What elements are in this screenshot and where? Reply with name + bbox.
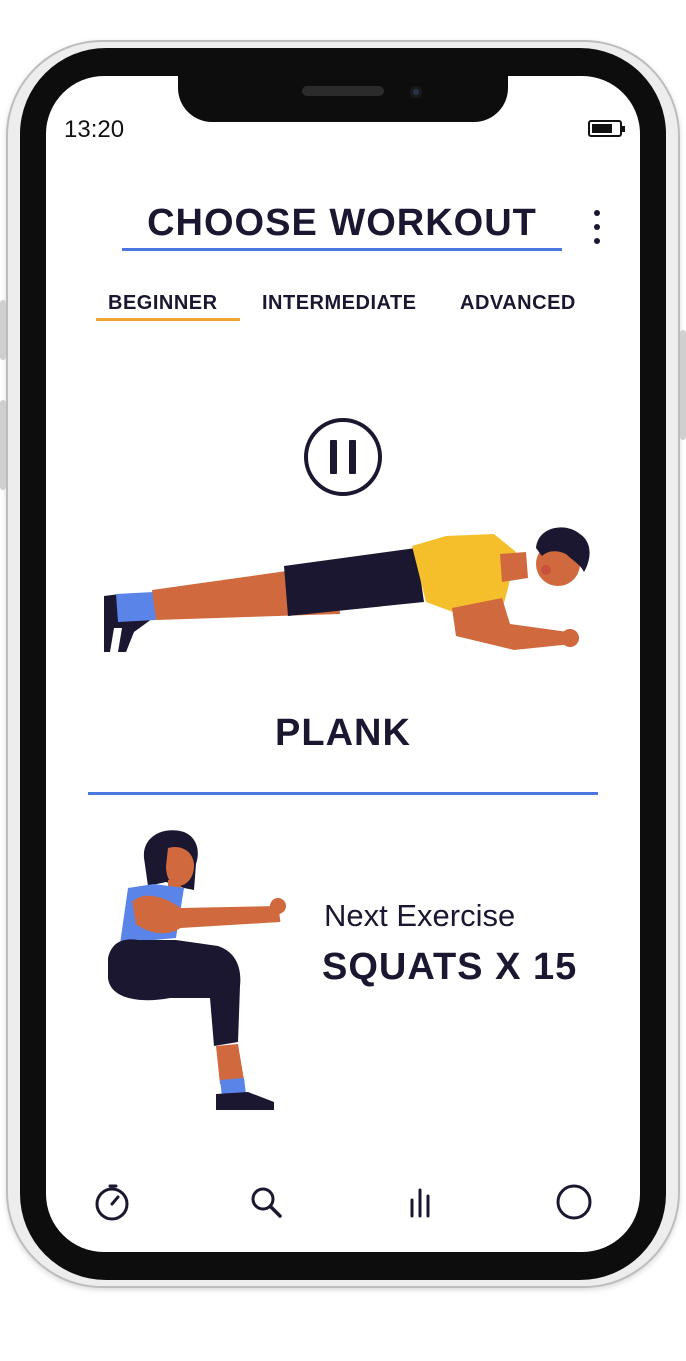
volume-up-button	[0, 300, 6, 360]
active-tab-indicator	[96, 318, 240, 321]
search-icon[interactable]	[246, 1182, 286, 1222]
title-underline	[122, 248, 562, 251]
speaker-grille	[302, 86, 384, 96]
tab-beginner[interactable]: BEGINNER	[108, 292, 218, 315]
more-vertical-icon[interactable]	[592, 208, 604, 248]
pause-icon-bar	[349, 440, 356, 474]
stats-icon[interactable]	[400, 1182, 440, 1222]
volume-down-button	[0, 400, 6, 490]
profile-circle-icon[interactable]	[554, 1182, 594, 1222]
tab-intermediate[interactable]: INTERMEDIATE	[262, 292, 417, 315]
next-exercise-label: Next Exercise	[324, 898, 516, 933]
camera-icon	[410, 86, 422, 98]
timer-icon[interactable]	[92, 1182, 132, 1222]
power-button	[680, 330, 686, 440]
current-exercise-name: PLANK	[275, 712, 411, 754]
notch	[178, 76, 508, 122]
tab-advanced[interactable]: ADVANCED	[460, 292, 576, 315]
plank-illustration	[104, 527, 590, 652]
squat-illustration	[108, 830, 286, 1110]
pause-icon	[330, 440, 337, 474]
page-title: CHOOSE WORKOUT	[147, 202, 537, 244]
battery-icon	[588, 120, 625, 137]
next-exercise-name: SQUATS X 15	[322, 946, 578, 988]
section-divider	[88, 792, 598, 795]
status-time: 13:20	[64, 116, 125, 143]
app-screen: 13:20 CHOOSE WORKOUT BEGINNER INTERMEDIA…	[46, 76, 640, 1252]
pause-button[interactable]	[304, 418, 382, 496]
